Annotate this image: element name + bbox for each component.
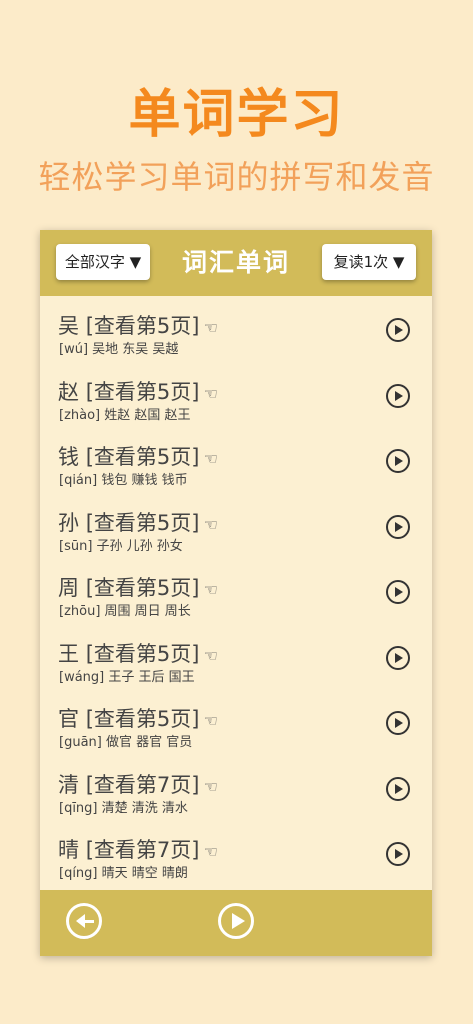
play-icon[interactable] bbox=[386, 449, 410, 473]
word-pinyin: [guān] bbox=[59, 735, 102, 750]
panel-title: 词汇单词 bbox=[181, 248, 290, 277]
page-link[interactable]: [查看第5页] bbox=[86, 380, 200, 404]
play-icon[interactable] bbox=[386, 711, 410, 735]
hero-subtitle: 轻松学习单词的拼写和发音 bbox=[38, 158, 435, 196]
play-icon[interactable] bbox=[386, 318, 410, 342]
word-examples: 王子 王后 国王 bbox=[108, 669, 195, 685]
page-link[interactable]: [查看第5页] bbox=[86, 642, 200, 666]
pointing-hand-icon: ☜ bbox=[203, 383, 218, 403]
play-icon[interactable] bbox=[386, 580, 410, 604]
panel-header: 全部汉字 ▼ 词汇单词 复读1次 ▼ bbox=[40, 230, 432, 296]
play-icon[interactable] bbox=[386, 842, 410, 866]
pointing-hand-icon: ☜ bbox=[203, 711, 218, 730]
play-triangle bbox=[232, 913, 245, 929]
page-link[interactable]: [查看第5页] bbox=[86, 576, 200, 600]
word-char: 吴 bbox=[58, 314, 79, 338]
page-link[interactable]: [查看第5页] bbox=[86, 511, 200, 535]
word-pinyin: [sūn] bbox=[59, 538, 93, 554]
pointing-hand-icon: ☜ bbox=[203, 580, 218, 599]
page-link[interactable]: [查看第7页] bbox=[86, 773, 200, 797]
word-panel: 全部汉字 ▼ 词汇单词 复读1次 ▼ 吴 [查看第5页] ☜ [wú] 吴地 东吴… bbox=[40, 230, 432, 956]
pointing-hand-icon: ☜ bbox=[203, 514, 218, 534]
word-char: 钱 bbox=[58, 445, 79, 469]
word-row[interactable]: 清 [查看第7页] ☜ [qīng] 清楚 清洗 清水 bbox=[40, 755, 432, 821]
word-examples: 清楚 清洗 清水 bbox=[101, 800, 188, 816]
word-examples: 钱包 赚钱 钱币 bbox=[101, 473, 188, 488]
word-char: 王 bbox=[58, 641, 79, 666]
word-pinyin: [wú] bbox=[59, 342, 89, 357]
word-char: 清 bbox=[58, 772, 79, 797]
word-pinyin: [wáng] bbox=[59, 669, 105, 685]
word-char: 周 bbox=[58, 576, 79, 600]
word-examples: 吴地 东吴 吴越 bbox=[92, 342, 179, 357]
pointing-hand-icon: ☜ bbox=[203, 645, 218, 665]
word-row[interactable]: 钱 [查看第5页] ☜ [qián] 钱包 赚钱 钱币 bbox=[40, 427, 432, 493]
arrow-shaft bbox=[82, 919, 94, 923]
word-pinyin: [qíng] bbox=[59, 866, 98, 881]
word-pinyin: [zhào] bbox=[59, 407, 101, 423]
word-row[interactable]: 官 [查看第5页] ☜ [guān] 做官 器官 官员 bbox=[40, 689, 432, 755]
word-char: 孙 bbox=[58, 510, 79, 535]
word-char: 晴 bbox=[58, 838, 79, 862]
word-pinyin: [qīng] bbox=[59, 800, 98, 816]
word-examples: 晴天 晴空 晴朗 bbox=[101, 866, 188, 881]
play-icon[interactable] bbox=[386, 514, 410, 539]
pointing-hand-icon: ☜ bbox=[203, 842, 218, 861]
pointing-hand-icon: ☜ bbox=[203, 318, 218, 337]
word-pinyin: [zhōu] bbox=[59, 604, 101, 619]
word-examples: 做官 器官 官员 bbox=[105, 735, 193, 750]
word-examples: 子孙 儿孙 孙女 bbox=[96, 538, 183, 554]
word-char: 赵 bbox=[58, 379, 79, 404]
page-link[interactable]: [查看第5页] bbox=[86, 707, 200, 731]
page-link[interactable]: [查看第5页] bbox=[86, 445, 200, 469]
word-row[interactable]: 周 [查看第5页] ☜ [zhōu] 周围 周日 周长 bbox=[40, 558, 432, 624]
play-icon[interactable] bbox=[386, 383, 410, 408]
hero-title: 单词学习 bbox=[128, 85, 345, 145]
play-icon[interactable] bbox=[386, 776, 410, 801]
word-row[interactable]: 孙 [查看第5页] ☜ [sūn] 子孙 儿孙 孙女 bbox=[40, 493, 432, 559]
page-link[interactable]: [查看第5页] bbox=[86, 314, 200, 338]
word-examples: 姓赵 赵国 赵王 bbox=[104, 407, 191, 423]
word-pinyin: [qián] bbox=[59, 473, 98, 488]
word-row[interactable]: 赵 [查看第5页] ☜ [zhào] 姓赵 赵国 赵王 bbox=[40, 362, 432, 428]
pointing-hand-icon: ☜ bbox=[203, 776, 218, 796]
word-row[interactable]: 晴 [查看第7页] ☜ [qíng] 晴天 晴空 晴朗 bbox=[40, 820, 432, 886]
word-list: 吴 [查看第5页] ☜ [wú] 吴地 东吴 吴越 赵 [查看第5页] ☜ [zhà… bbox=[40, 296, 432, 886]
word-row[interactable]: 吴 [查看第5页] ☜ [wú] 吴地 东吴 吴越 bbox=[40, 296, 432, 362]
word-row[interactable]: 王 [查看第5页] ☜ [wáng] 王子 王后 国王 bbox=[40, 624, 432, 690]
pointing-hand-icon: ☜ bbox=[203, 449, 218, 468]
filter-dropdown[interactable]: 全部汉字 ▼ bbox=[56, 244, 150, 280]
play-icon[interactable] bbox=[386, 645, 410, 670]
repeat-dropdown[interactable]: 复读1次 ▼ bbox=[322, 244, 416, 280]
back-arrow-icon[interactable] bbox=[66, 903, 102, 939]
page-link[interactable]: [查看第7页] bbox=[86, 838, 200, 862]
word-examples: 周围 周日 周长 bbox=[104, 604, 191, 619]
footer-bar bbox=[40, 890, 432, 956]
word-char: 官 bbox=[58, 707, 79, 731]
play-all-icon[interactable] bbox=[218, 903, 254, 939]
